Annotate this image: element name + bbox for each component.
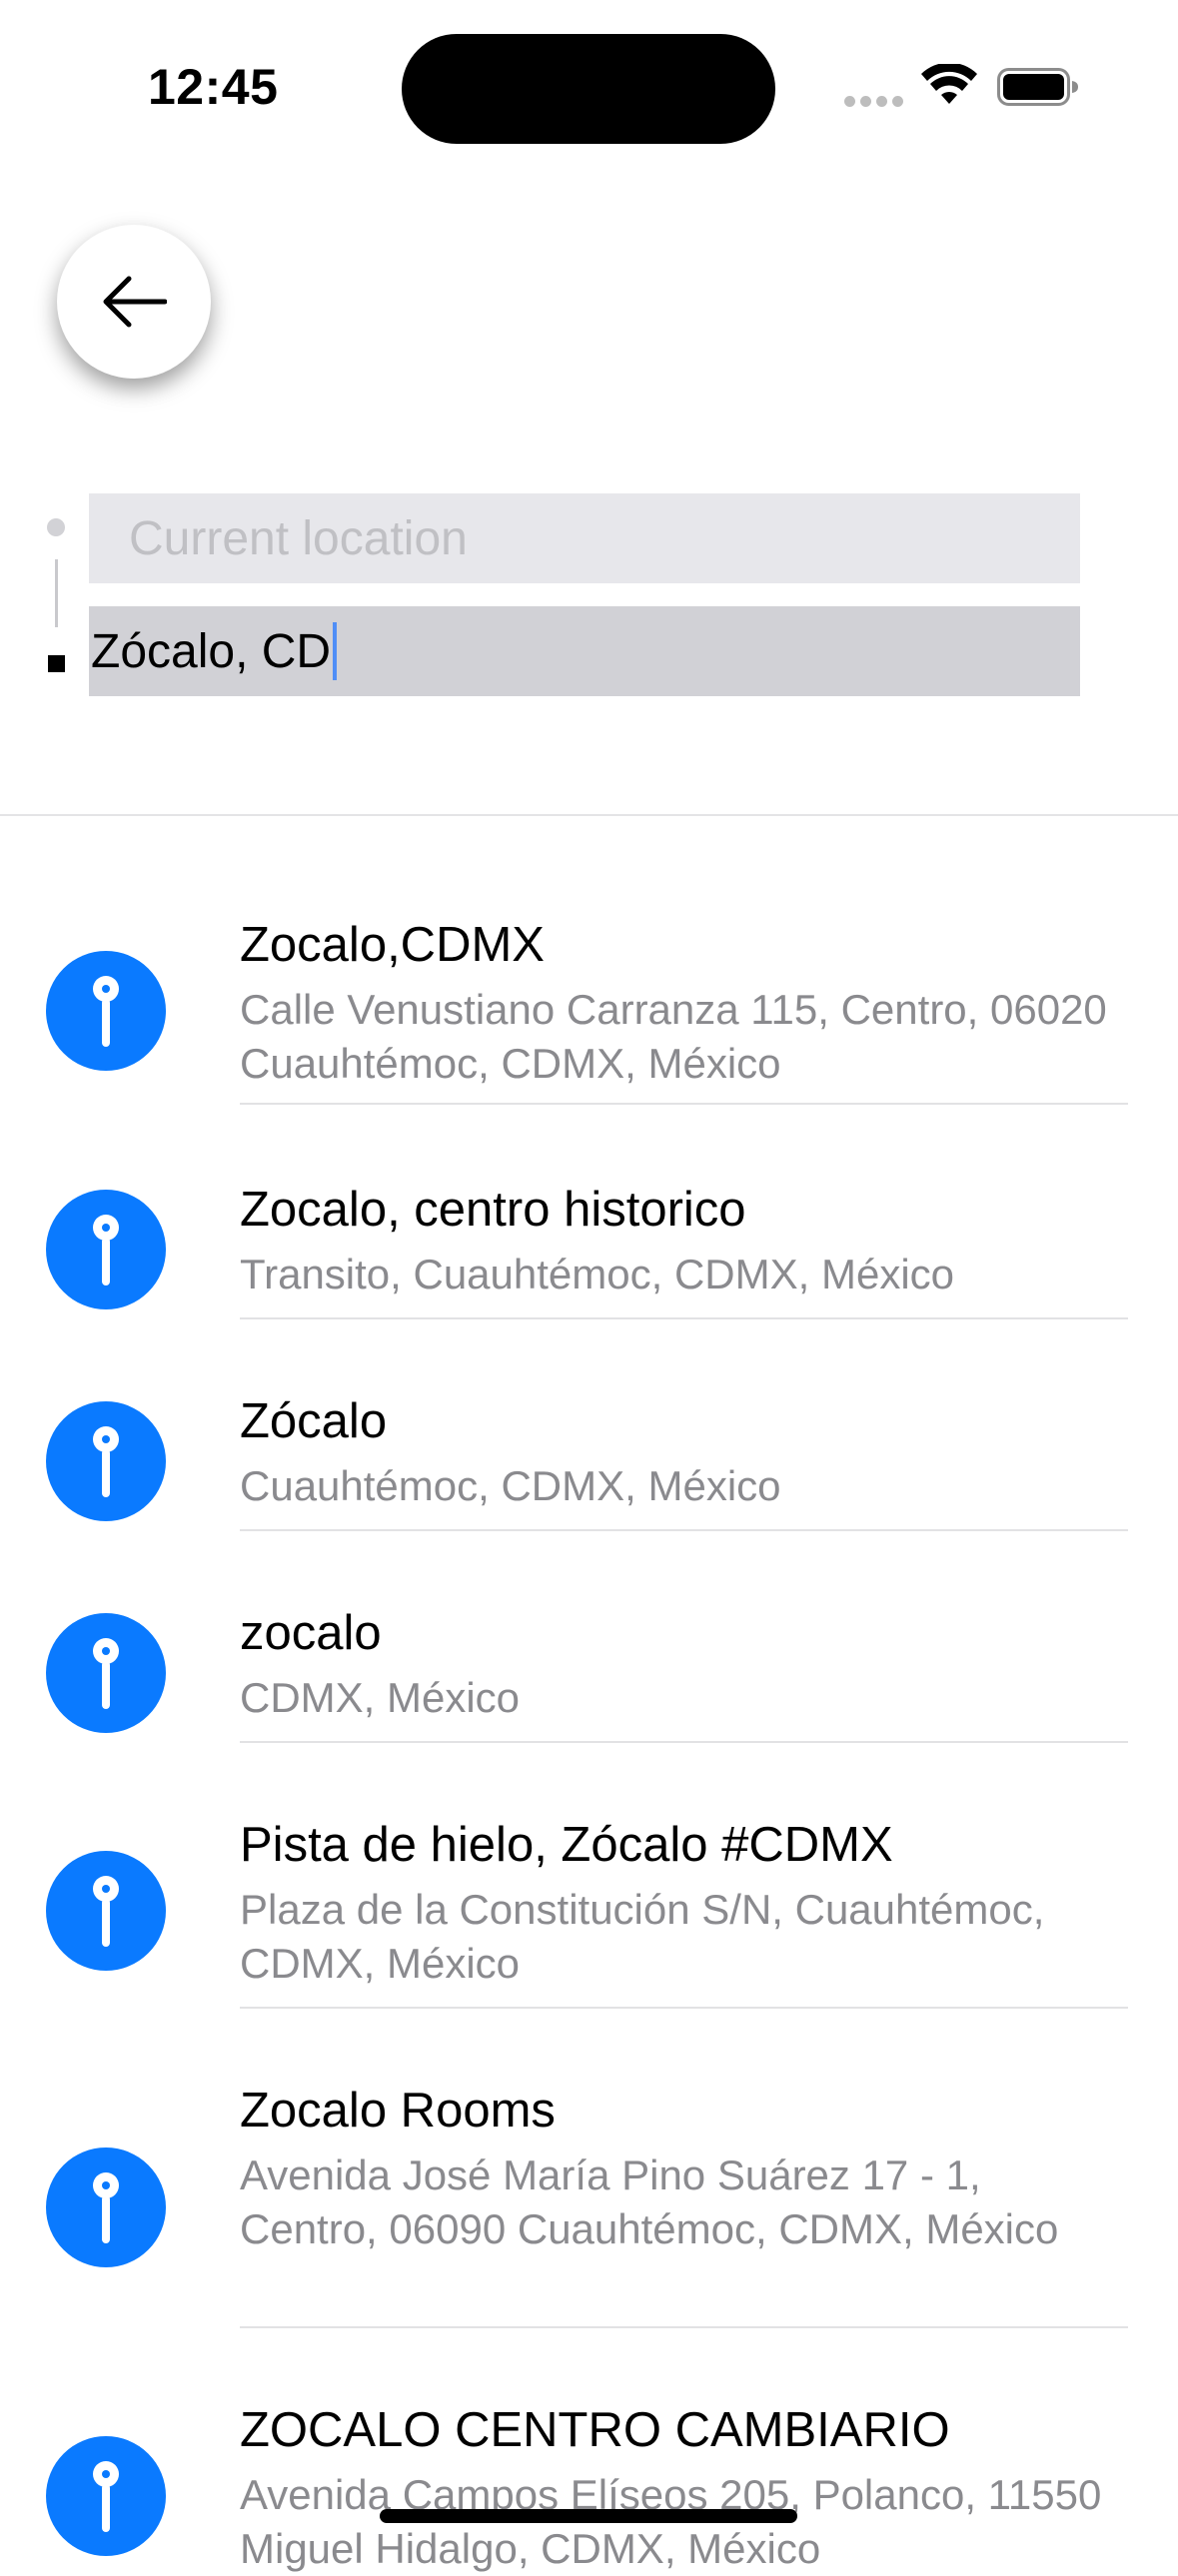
row-separator [240, 2007, 1128, 2009]
status-time: 12:45 [148, 59, 279, 115]
map-pin-icon [46, 1613, 166, 1733]
dynamic-island [402, 34, 775, 144]
result-subtitle: Avenida José María Pino Suárez 17 - 1, C… [240, 2151, 1059, 2252]
cellular-signal-icon [844, 96, 904, 108]
origin-input[interactable]: Current location [89, 493, 1080, 583]
row-separator [240, 1529, 1128, 1531]
map-pin-icon [46, 2436, 166, 2556]
origin-dot-icon [47, 518, 65, 536]
arrow-left-icon [103, 276, 167, 328]
result-title: Zocalo Rooms [240, 2084, 556, 2138]
text-caret [333, 622, 338, 680]
battery-icon [997, 68, 1078, 106]
result-subtitle: Transito, Cuauhtémoc, CDMX, México [240, 1251, 955, 1297]
route-connector-line [55, 559, 58, 627]
result-title: Zocalo,CDMX [240, 918, 545, 972]
back-button[interactable] [57, 225, 211, 379]
result-title: Pista de hielo, Zócalo #CDMX [240, 1818, 893, 1872]
row-separator [240, 2326, 1128, 2328]
row-separator [240, 1317, 1128, 1319]
map-pin-icon [46, 2147, 166, 2267]
origin-placeholder: Current location [129, 511, 468, 565]
result-title: Zocalo, centro historico [240, 1183, 746, 1237]
home-indicator[interactable] [380, 2509, 797, 2523]
map-pin-icon [46, 1851, 166, 1971]
result-title: Zócalo [240, 1394, 388, 1448]
destination-square-icon [48, 655, 65, 672]
destination-value: Zócalo, CD [91, 624, 332, 678]
row-separator [240, 1741, 1128, 1743]
wifi-icon [921, 64, 977, 104]
row-separator [240, 1103, 1128, 1105]
result-subtitle: CDMX, México [240, 1674, 521, 1721]
map-pin-icon [46, 1190, 166, 1309]
result-title: zocalo [240, 1606, 382, 1660]
map-pin-icon [46, 1401, 166, 1521]
destination-input[interactable]: Zócalo, CD [89, 606, 1080, 696]
result-title: ZOCALO CENTRO CAMBIARIO [240, 2403, 950, 2457]
result-subtitle: Calle Venustiano Carranza 115, Centro, 0… [240, 986, 1107, 1087]
map-pin-icon [46, 951, 166, 1071]
result-subtitle: Cuauhtémoc, CDMX, México [240, 1462, 781, 1509]
section-divider [0, 814, 1178, 816]
result-subtitle: Plaza de la Constitución S/N, Cuauhtémoc… [240, 1886, 1045, 1987]
